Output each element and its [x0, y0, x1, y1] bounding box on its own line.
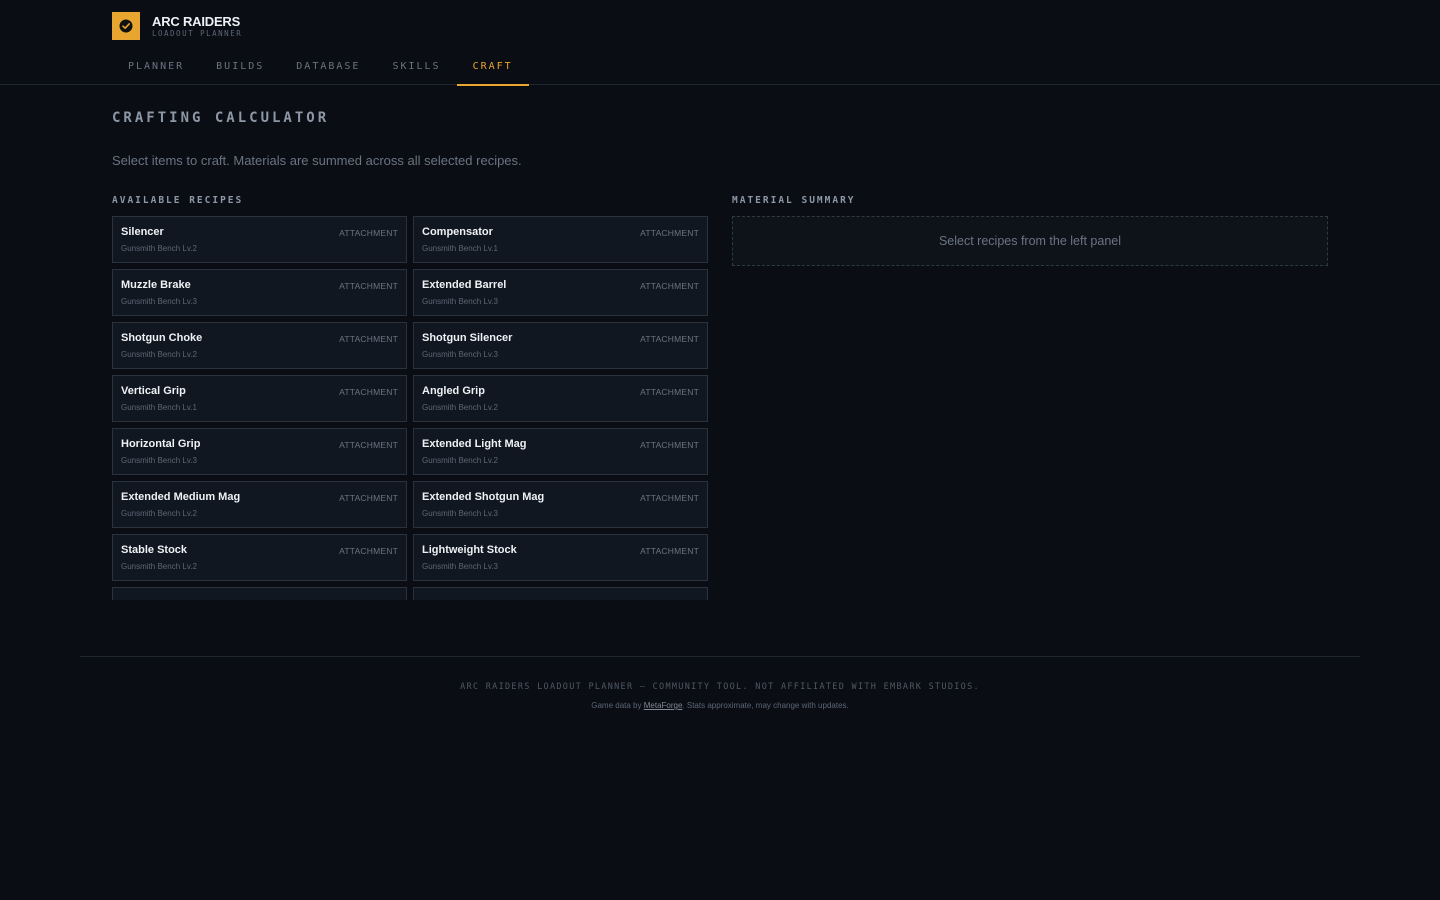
recipe-type-badge: ATTACHMENT — [640, 493, 699, 503]
recipe-bench: Gunsmith Bench Lv.3 — [422, 297, 498, 306]
footer-divider — [80, 656, 1360, 657]
footer-disclaimer: ARC RAIDERS LOADOUT PLANNER — COMMUNITY … — [460, 682, 980, 692]
recipe-card[interactable]: Compensator Gunsmith Bench Lv.1 ATTACHMENT — [413, 216, 708, 263]
recipe-card[interactable]: Extended Barrel Gunsmith Bench Lv.3 ATTACH… — [413, 269, 708, 316]
recipe-bench: Gunsmith Bench Lv.3 — [121, 297, 197, 306]
recipe-card-clipped[interactable] — [413, 587, 708, 600]
recipe-bench: Gunsmith Bench Lv.2 — [121, 350, 197, 359]
main-nav: PLANNER BUILDS DATABASE SKILLS CRAFT — [112, 50, 529, 86]
recipe-bench: Gunsmith Bench Lv.2 — [121, 509, 197, 518]
recipe-name: Vertical Grip — [121, 385, 186, 397]
recipe-type-badge: ATTACHMENT — [339, 281, 398, 291]
recipe-card[interactable]: Shotgun Silencer Gunsmith Bench Lv.3 ATTAC… — [413, 322, 708, 369]
recipe-name: Extended Medium Mag — [121, 491, 241, 503]
recipe-type-badge: ATTACHMENT — [640, 387, 699, 397]
recipe-card[interactable]: Silencer Gunsmith Bench Lv.2 ATTACHMENT — [112, 216, 407, 263]
recipe-type-badge: ATTACHMENT — [339, 493, 398, 503]
top-header: ARC RAIDERS LOADOUT PLANNER PLANNER BUIL… — [0, 0, 1440, 86]
recipe-type-badge: ATTACHMENT — [339, 440, 398, 450]
recipe-bench: Gunsmith Bench Lv.3 — [422, 350, 498, 359]
recipe-card[interactable]: Shotgun Choke Gunsmith Bench Lv.2 ATTACHME… — [112, 322, 407, 369]
recipe-bench: Gunsmith Bench Lv.2 — [121, 562, 197, 571]
brand-subtitle: LOADOUT PLANNER — [152, 29, 243, 38]
brand[interactable]: ARC RAIDERS LOADOUT PLANNER — [112, 12, 242, 40]
page-title: CRAFTING CALCULATOR — [112, 110, 330, 126]
recipe-type-badge: ATTACHMENT — [339, 228, 398, 238]
recipe-type-badge: ATTACHMENT — [339, 387, 398, 397]
recipe-type-badge: ATTACHMENT — [339, 334, 398, 344]
recipe-card[interactable]: Extended Medium Mag Gunsmith Bench Lv.2 AT… — [112, 481, 407, 528]
recipe-name: Shotgun Choke — [121, 332, 203, 344]
tab-planner[interactable]: PLANNER — [112, 50, 200, 85]
recipe-name: Angled Grip — [422, 385, 485, 397]
footer-credit: Game data by MetaForge. Stats approximat… — [0, 701, 1440, 710]
recipe-name: Compensator — [422, 226, 493, 238]
recipe-card[interactable]: Horizontal Grip Gunsmith Bench Lv.3 ATTACH… — [112, 428, 407, 475]
recipe-name: Stable Stock — [121, 544, 188, 556]
recipe-bench: Gunsmith Bench Lv.2 — [121, 244, 197, 253]
recipe-name: Shotgun Silencer — [422, 332, 513, 344]
footer-credit-prefix: Game data by — [591, 701, 644, 710]
recipe-name: Extended Light Mag — [422, 438, 527, 450]
recipe-card-clipped[interactable] — [112, 587, 407, 600]
recipe-type-badge: ATTACHMENT — [640, 228, 699, 238]
recipe-list: Silencer Gunsmith Bench Lv.2 ATTACHMENT Com… — [112, 216, 708, 600]
recipe-bench: Gunsmith Bench Lv.3 — [121, 456, 197, 465]
recipe-type-badge: ATTACHMENT — [640, 440, 699, 450]
recipe-bench: Gunsmith Bench Lv.3 — [422, 562, 498, 571]
tab-craft[interactable]: CRAFT — [456, 50, 529, 86]
recipes-heading: AVAILABLE RECIPES — [112, 195, 244, 206]
recipe-name: Horizontal Grip — [121, 438, 201, 450]
recipe-card[interactable]: Lightweight Stock Gunsmith Bench Lv.3 ATTA… — [413, 534, 708, 581]
recipe-bench: Gunsmith Bench Lv.2 — [422, 403, 498, 412]
material-summary-empty: Select recipes from the left panel — [732, 216, 1328, 266]
recipe-card[interactable]: Extended Light Mag Gunsmith Bench Lv.2 ATT… — [413, 428, 708, 475]
brand-title: ARC RAIDERS — [152, 14, 241, 29]
recipe-card[interactable]: Muzzle Brake Gunsmith Bench Lv.3 ATTACHMEN… — [112, 269, 407, 316]
recipe-type-badge: ATTACHMENT — [339, 546, 398, 556]
recipe-card[interactable]: Extended Shotgun Mag Gunsmith Bench Lv.3 A… — [413, 481, 708, 528]
recipe-card[interactable]: Angled Grip Gunsmith Bench Lv.2 ATTACHMENT — [413, 375, 708, 422]
recipe-type-badge: ATTACHMENT — [640, 334, 699, 344]
recipe-name: Extended Barrel — [422, 279, 507, 291]
page-description: Select items to craft. Materials are sum… — [112, 153, 522, 168]
recipe-bench: Gunsmith Bench Lv.1 — [422, 244, 498, 253]
metaforge-link[interactable]: MetaForge — [644, 701, 683, 710]
footer-credit-suffix: . Stats approximate, may change with upd… — [682, 701, 849, 710]
tab-skills[interactable]: SKILLS — [376, 50, 456, 85]
recipe-type-badge: ATTACHMENT — [640, 546, 699, 556]
summary-heading: MATERIAL SUMMARY — [732, 195, 856, 206]
recipe-name: Silencer — [121, 226, 164, 238]
recipe-bench: Gunsmith Bench Lv.1 — [121, 403, 197, 412]
recipe-type-badge: ATTACHMENT — [640, 281, 699, 291]
recipe-bench: Gunsmith Bench Lv.3 — [422, 509, 498, 518]
check-badge-icon — [112, 12, 140, 40]
recipe-name: Muzzle Brake — [121, 279, 191, 291]
recipe-bench: Gunsmith Bench Lv.2 — [422, 456, 498, 465]
tab-database[interactable]: DATABASE — [280, 50, 376, 85]
recipe-name: Extended Shotgun Mag — [422, 491, 545, 503]
recipe-card[interactable]: Stable Stock Gunsmith Bench Lv.2 ATTACHMEN… — [112, 534, 407, 581]
recipe-name: Lightweight Stock — [422, 544, 517, 556]
tab-builds[interactable]: BUILDS — [200, 50, 280, 85]
recipe-card[interactable]: Vertical Grip Gunsmith Bench Lv.1 ATTACHME… — [112, 375, 407, 422]
